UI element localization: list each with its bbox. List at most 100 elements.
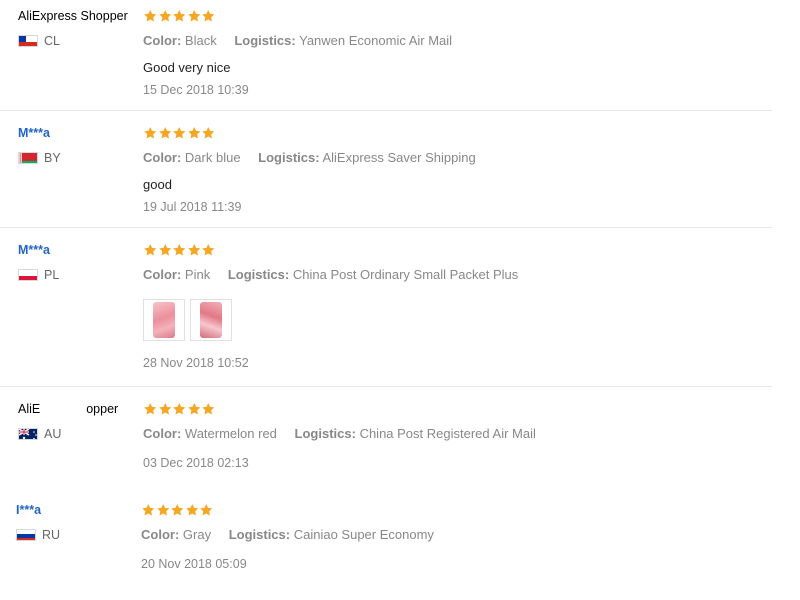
star-icon [202, 403, 215, 415]
review-item: I***a RU Color: Gray Logistics: Cainiao … [0, 502, 772, 582]
user-name[interactable]: I***a [16, 502, 138, 518]
review-item: AliE opper AU Color: Watermelon red Logis… [0, 401, 772, 481]
star-icon [187, 10, 200, 22]
logistics-value: China Post Ordinary Small Packet Plus [292, 267, 519, 282]
review-user: M***a BY [18, 125, 140, 165]
star-icon [156, 504, 169, 516]
review-attributes: Color: Gray Logistics: Cainiao Super Eco… [141, 526, 761, 543]
country-code: BY [44, 151, 61, 165]
logistics-label: Logistics: [258, 150, 320, 165]
color-value: Gray [182, 527, 212, 542]
review-comment: good [143, 177, 172, 192]
color-value: Pink [184, 267, 211, 282]
star-icon [158, 10, 171, 22]
user-name: AliExpress Shopper [18, 9, 128, 23]
star-icon [171, 504, 184, 516]
user-country: AU [18, 427, 140, 441]
logistics-value: Yanwen Economic Air Mail [299, 33, 453, 48]
logistics-label: Logistics: [234, 33, 296, 48]
review-content: Color: Pink Logistics: China Post Ordina… [143, 242, 763, 371]
star-rating [143, 125, 763, 141]
star-icon [202, 244, 215, 256]
flag-pl-icon [18, 269, 38, 281]
color-label: Color: [143, 150, 182, 165]
review-attributes: Color: Dark blue Logistics: AliExpress S… [143, 149, 763, 166]
color-value: Black [184, 33, 217, 48]
user-name-start: AliE [18, 402, 41, 416]
star-icon [173, 244, 186, 256]
user-country: BY [18, 151, 140, 165]
review-photo-thumb[interactable] [143, 299, 185, 341]
logistics-value: China Post Registered Air Mail [359, 426, 536, 441]
flag-au-icon [18, 428, 38, 440]
country-code: PL [44, 268, 60, 282]
review-comment: Good very nice [143, 60, 231, 75]
star-icon [202, 10, 215, 22]
review-date: 15 Dec 2018 10:39 [143, 83, 249, 97]
review-content: Color: Gray Logistics: Cainiao Super Eco… [141, 502, 761, 572]
user-name-end: opper [86, 402, 119, 416]
pink-item-photo [153, 302, 175, 338]
review-item: AliExpress Shopper CL Color: Black Logis… [0, 8, 772, 111]
review-date: 20 Nov 2018 05:09 [141, 557, 247, 571]
color-label: Color: [143, 267, 182, 282]
star-icon [158, 244, 171, 256]
flag-ru-icon [16, 529, 36, 541]
review-user: I***a RU [16, 502, 138, 542]
logistics-value: AliExpress Saver Shipping [322, 150, 476, 165]
user-name[interactable]: M***a [18, 125, 140, 141]
review-date: 03 Dec 2018 02:13 [143, 456, 249, 470]
star-icon [202, 127, 215, 139]
review-date: 28 Nov 2018 10:52 [143, 356, 249, 370]
flag-cl-icon [18, 35, 38, 47]
review-photo-thumb[interactable] [190, 299, 232, 341]
star-icon [142, 504, 155, 516]
country-code: AU [44, 427, 62, 441]
user-country: PL [18, 268, 140, 282]
color-label: Color: [143, 33, 182, 48]
review-attributes: Color: Black Logistics: Yanwen Economic … [143, 32, 763, 49]
logistics-label: Logistics: [227, 267, 290, 282]
user-name[interactable]: M***a [18, 242, 140, 258]
review-user: M***a PL [18, 242, 140, 282]
feedback-list: AliExpress Shopper CL Color: Black Logis… [0, 0, 800, 600]
flag-by-icon [18, 152, 38, 164]
star-rating [143, 8, 763, 24]
star-icon [173, 10, 186, 22]
review-user: AliExpress Shopper CL [18, 8, 140, 48]
logistics-label: Logistics: [228, 527, 291, 542]
star-rating [143, 242, 763, 258]
star-icon [158, 403, 171, 415]
user-country: CL [18, 34, 140, 48]
star-icon [173, 403, 186, 415]
star-icon [158, 127, 171, 139]
user-country: RU [16, 528, 138, 542]
review-item: M***a BY Color: Dark blue Logistics: Ali… [0, 125, 772, 228]
pink-item-photo [200, 302, 222, 338]
star-icon [187, 127, 200, 139]
review-item: M***a PL Color: Pink Logistics: China Po… [0, 242, 772, 387]
logistics-value: Cainiao Super Economy [293, 527, 434, 542]
star-icon [144, 244, 157, 256]
country-code: CL [44, 34, 60, 48]
review-content: Color: Black Logistics: Yanwen Economic … [143, 8, 763, 98]
star-icon [187, 244, 200, 256]
review-attributes: Color: Watermelon red Logistics: China P… [143, 425, 763, 442]
review-content: Color: Dark blue Logistics: AliExpress S… [143, 125, 763, 215]
user-name: AliE opper [18, 401, 140, 417]
star-icon [173, 127, 186, 139]
redacted-area [40, 402, 87, 417]
review-date: 19 Jul 2018 11:39 [143, 200, 242, 214]
star-icon [200, 504, 213, 516]
logistics-label: Logistics: [294, 426, 356, 441]
color-value: Watermelon red [184, 426, 277, 441]
star-icon [144, 127, 157, 139]
star-icon [144, 403, 157, 415]
review-content: Color: Watermelon red Logistics: China P… [143, 401, 763, 471]
review-user: AliE opper AU [18, 401, 140, 441]
star-icon [187, 403, 200, 415]
review-photos [143, 299, 763, 341]
color-label: Color: [141, 527, 180, 542]
color-label: Color: [143, 426, 182, 441]
review-attributes: Color: Pink Logistics: China Post Ordina… [143, 266, 763, 283]
